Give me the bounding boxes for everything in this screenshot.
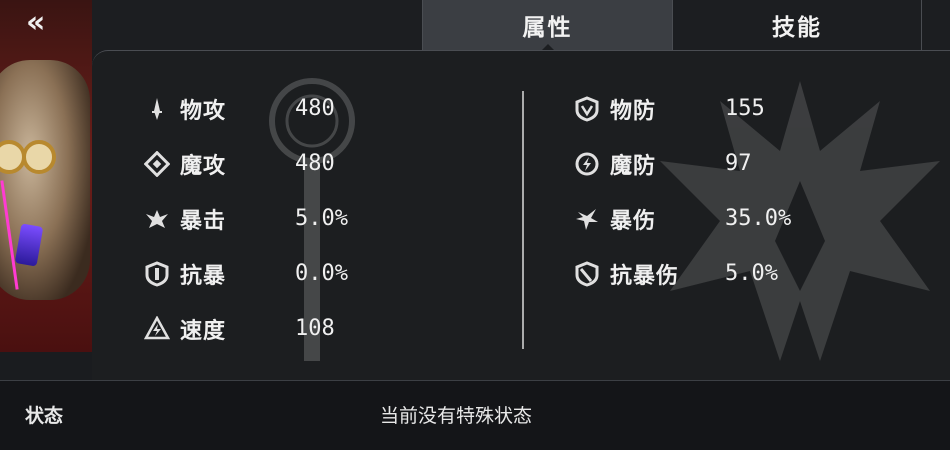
tab-bar: 属性 技能 (422, 0, 922, 50)
stats-grid: 物攻 480 魔攻 480 暴击 5.0% 抗暴 0.0% 速度 108 物防 … (142, 81, 892, 351)
stat-label: 速度 (180, 318, 227, 344)
physical-defense-shield-icon (572, 94, 602, 124)
crit-resist-shield-icon (142, 259, 172, 289)
stat-physical-attack: 物攻 480 (142, 81, 348, 136)
stat-value: 35.0% (725, 206, 792, 231)
stat-value: 0.0% (295, 261, 348, 286)
stat-value: 5.0% (725, 261, 778, 286)
status-label: 状态 (25, 405, 64, 427)
crit-burst-icon (142, 204, 172, 234)
stats-column-right: 物防 155 魔防 97 暴伤 35.0% 抗暴伤 5.0% (572, 81, 791, 301)
stat-physical-defense: 物防 155 (572, 81, 791, 136)
stat-value: 155 (725, 96, 765, 121)
stat-value: 97 (725, 151, 752, 176)
magic-defense-swirl-icon (572, 149, 602, 179)
stat-magic-defense: 魔防 97 (572, 136, 791, 191)
stat-crit: 暴击 5.0% (142, 191, 348, 246)
back-button[interactable]: « (0, 0, 92, 45)
stat-value: 480 (295, 151, 335, 176)
column-divider (522, 91, 524, 349)
goggle-right (22, 140, 56, 174)
magic-diamond-icon (142, 149, 172, 179)
stat-label: 抗暴 (180, 263, 227, 289)
crit-damage-resist-icon (572, 259, 602, 289)
stat-label: 物攻 (180, 98, 227, 124)
sword-icon (142, 94, 172, 124)
stat-crit-resist: 抗暴 0.0% (142, 246, 348, 301)
attributes-panel: 物攻 480 魔攻 480 暴击 5.0% 抗暴 0.0% 速度 108 物防 … (92, 50, 950, 380)
stat-label: 物防 (610, 98, 657, 124)
stat-value: 108 (295, 316, 335, 341)
stat-crit-damage-resist: 抗暴伤 5.0% (572, 246, 791, 301)
stat-label: 暴击 (180, 208, 227, 234)
tab-attributes[interactable]: 属性 (422, 0, 672, 50)
stat-value: 480 (295, 96, 335, 121)
double-chevron-left-icon: « (26, 5, 46, 40)
tab-skills-label: 技能 (772, 15, 822, 41)
stat-magic-attack: 魔攻 480 (142, 136, 348, 191)
crit-damage-icon (572, 204, 602, 234)
tab-attributes-label: 属性 (522, 15, 573, 41)
stat-label: 魔攻 (180, 153, 227, 179)
speed-bolt-icon (142, 314, 172, 344)
stats-column-left: 物攻 480 魔攻 480 暴击 5.0% 抗暴 0.0% 速度 108 (142, 81, 348, 356)
character-portrait (0, 0, 92, 352)
tab-skills[interactable]: 技能 (672, 0, 922, 50)
stat-label: 暴伤 (610, 208, 657, 234)
status-bar: 状态 当前没有特殊状态 (0, 380, 950, 450)
stat-label: 抗暴伤 (610, 263, 680, 289)
stat-value: 5.0% (295, 206, 348, 231)
stat-crit-damage: 暴伤 35.0% (572, 191, 791, 246)
stat-speed: 速度 108 (142, 301, 348, 356)
status-text: 当前没有特殊状态 (380, 405, 533, 427)
stat-label: 魔防 (610, 153, 657, 179)
